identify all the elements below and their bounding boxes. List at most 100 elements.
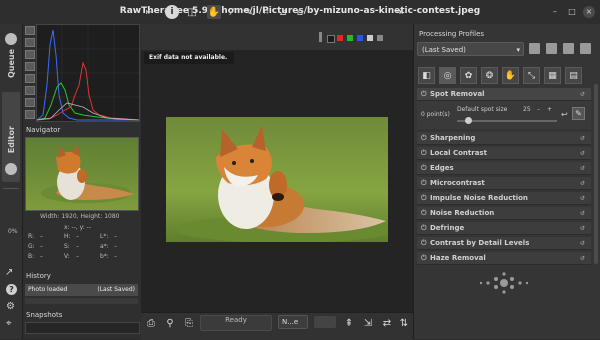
- navigation-button[interactable]: [314, 316, 336, 328]
- tool-row-defringe[interactable]: ⏻ Defringe ↺: [417, 222, 591, 235]
- profile-select[interactable]: (Last Saved) ▾: [417, 42, 524, 56]
- spot-size-slider[interactable]: [457, 120, 557, 122]
- history-scrollbar[interactable]: [25, 298, 138, 304]
- history-entry[interactable]: Photo loaded (Last Saved): [25, 284, 138, 296]
- power-icon[interactable]: ⏻: [421, 132, 427, 145]
- power-icon[interactable]: ⏻: [421, 147, 427, 160]
- reset-icon[interactable]: ↺: [580, 207, 585, 220]
- power-icon[interactable]: ⏻: [421, 252, 427, 265]
- preview-luma-swatch[interactable]: [367, 35, 373, 41]
- power-icon[interactable]: ⏻: [421, 162, 427, 175]
- tool-row-contrast-by-detail-levels[interactable]: ⏻ Contrast by Detail Levels ↺: [417, 237, 591, 250]
- reset-icon[interactable]: ↺: [580, 132, 585, 145]
- preview-black-swatch[interactable]: [327, 35, 335, 43]
- tool-row-noise-reduction[interactable]: ⏻ Noise Reduction ↺: [417, 207, 591, 220]
- queue-tab[interactable]: Queue: [0, 30, 22, 78]
- gear-icon[interactable]: ⚙: [6, 301, 15, 312]
- histogram-raw-toggle[interactable]: [25, 86, 35, 95]
- histogram-red-toggle[interactable]: [25, 26, 35, 35]
- histogram-luma-toggle[interactable]: [25, 62, 35, 71]
- preview-red-swatch[interactable]: [337, 35, 343, 41]
- power-icon[interactable]: ⏻: [421, 192, 427, 205]
- perspective-icon[interactable]: ⌂: [293, 5, 307, 19]
- spot-size-slider-handle[interactable]: [465, 117, 472, 124]
- histogram-mode-toggle[interactable]: [25, 110, 35, 119]
- tool-row-edges[interactable]: ⏻ Edges ↺: [417, 162, 591, 175]
- histogram-chroma-toggle[interactable]: [25, 74, 35, 83]
- before-after-icon[interactable]: ◫: [185, 5, 199, 19]
- next-image-icon[interactable]: ⇄: [380, 316, 394, 330]
- reset-icon[interactable]: ↺: [580, 88, 585, 101]
- color-tab[interactable]: ✿: [460, 67, 477, 84]
- spot-size-increase[interactable]: +: [547, 106, 552, 113]
- straighten-icon[interactable]: ⊿: [276, 5, 290, 19]
- preview-focus-swatch[interactable]: [377, 35, 383, 41]
- spot-removal-header[interactable]: ⏻ Spot Removal ↺: [417, 88, 591, 101]
- hide-left-panel-icon[interactable]: ⇤: [143, 5, 157, 19]
- white-balance-picker-icon[interactable]: ⁄: [225, 5, 239, 19]
- spot-size-decrease[interactable]: –: [537, 106, 540, 113]
- open-profile-icon[interactable]: [529, 43, 540, 54]
- transform-tab[interactable]: ⤡: [523, 67, 540, 84]
- sync-image-icon[interactable]: ⇲: [361, 316, 375, 330]
- previous-image-icon[interactable]: ⇞: [342, 316, 356, 330]
- close-button[interactable]: ×: [583, 6, 595, 18]
- tool-row-impulse-noise-reduction[interactable]: ⏻ Impulse Noise Reduction ↺: [417, 192, 591, 205]
- zoom-slider-track[interactable]: [3, 188, 19, 189]
- reset-icon[interactable]: ↺: [580, 252, 585, 265]
- save-image-icon[interactable]: ⎙: [144, 316, 158, 330]
- advanced-tab[interactable]: ❂: [481, 67, 498, 84]
- power-icon[interactable]: ⏻: [421, 88, 427, 101]
- color-picker-icon[interactable]: ✎: [242, 5, 256, 19]
- tool-row-sharpening[interactable]: ⏻ Sharpening ↺: [417, 132, 591, 145]
- right-panel-scrollbar[interactable]: [594, 84, 598, 264]
- paste-profile-icon[interactable]: [580, 43, 591, 54]
- reset-icon[interactable]: ↺: [580, 192, 585, 205]
- reset-icon[interactable]: ↺: [580, 177, 585, 190]
- preview-green-swatch[interactable]: [347, 35, 353, 41]
- flip-vertical-icon[interactable]: ⇅: [397, 316, 411, 330]
- raw-tab[interactable]: ▦: [544, 67, 561, 84]
- maximize-button[interactable]: □: [566, 6, 578, 18]
- exposure-tab[interactable]: ◧: [418, 67, 435, 84]
- pointer-icon[interactable]: ↗: [5, 267, 13, 278]
- navigator-thumbnail[interactable]: [25, 137, 139, 211]
- details-tab[interactable]: ◎: [439, 67, 456, 84]
- metadata-tab[interactable]: ▤: [565, 67, 582, 84]
- reset-icon[interactable]: ↺: [580, 162, 585, 175]
- hide-right-panel-icon[interactable]: ⇥: [392, 5, 406, 19]
- save-profile-icon[interactable]: [546, 43, 557, 54]
- power-icon[interactable]: ⏻: [421, 177, 427, 190]
- tool-row-microcontrast[interactable]: ⏻ Microcontrast ↺: [417, 177, 591, 190]
- zoom-select[interactable]: N...e: [278, 315, 308, 329]
- minimize-button[interactable]: –: [549, 6, 561, 18]
- help-icon[interactable]: ?: [6, 284, 17, 295]
- crop-icon[interactable]: ⌗: [259, 5, 273, 19]
- preview-image[interactable]: [166, 117, 396, 243]
- readout-label: H:: [64, 233, 71, 240]
- histogram-bar-toggle[interactable]: [25, 98, 35, 107]
- edit-spots-button[interactable]: ✎: [572, 107, 585, 120]
- tool-row-haze-removal[interactable]: ⏻ Haze Removal ↺: [417, 252, 591, 265]
- send-to-editor-icon[interactable]: ⎘: [182, 316, 196, 330]
- reset-slider-icon[interactable]: ↩: [561, 110, 568, 119]
- reset-icon[interactable]: ↺: [580, 222, 585, 235]
- histogram-blue-toggle[interactable]: [25, 50, 35, 59]
- power-icon[interactable]: ⏻: [421, 207, 427, 220]
- preview-blue-swatch[interactable]: [357, 35, 363, 41]
- info-icon[interactable]: i: [165, 5, 179, 19]
- power-icon[interactable]: ⏻: [421, 222, 427, 235]
- crosshair-icon[interactable]: ⌖: [6, 318, 12, 329]
- queue-image-icon[interactable]: ⚲: [163, 316, 177, 330]
- editor-tab[interactable]: Editor: [0, 126, 22, 176]
- tool-row-local-contrast[interactable]: ⏻ Local Contrast ↺: [417, 147, 591, 160]
- hand-tool-icon[interactable]: ✋: [207, 5, 221, 19]
- power-icon[interactable]: ⏻: [421, 237, 427, 250]
- histogram-green-toggle[interactable]: [25, 38, 35, 47]
- spot-size-value[interactable]: 25: [523, 106, 531, 113]
- reset-icon[interactable]: ↺: [580, 147, 585, 160]
- copy-profile-icon[interactable]: [563, 43, 574, 54]
- local-tab[interactable]: ✋: [502, 67, 519, 84]
- reset-icon[interactable]: ↺: [580, 237, 585, 250]
- snapshots-list[interactable]: [25, 322, 140, 334]
